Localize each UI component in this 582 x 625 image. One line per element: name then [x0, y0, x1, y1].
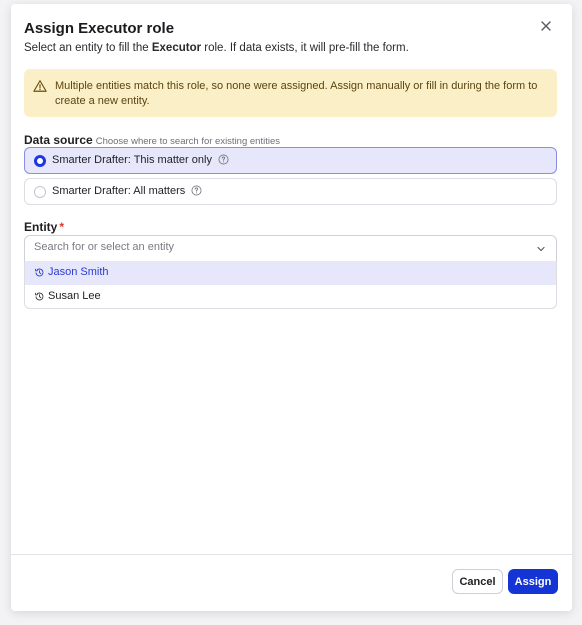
- assign-button[interactable]: Assign: [508, 569, 558, 594]
- history-icon: [35, 268, 44, 277]
- radio-selected[interactable]: [34, 155, 46, 167]
- footer-divider: [11, 554, 572, 555]
- entity-combobox[interactable]: [24, 235, 557, 262]
- entity-option-label: Jason Smith: [48, 266, 109, 278]
- question-circle-icon[interactable]: [218, 154, 229, 165]
- chevron-down-icon[interactable]: [536, 244, 546, 254]
- entity-option-susan-lee[interactable]: Susan Lee: [25, 285, 556, 308]
- data-source-option-all-matters[interactable]: Smarter Drafter: All matters: [24, 178, 557, 205]
- entity-title: Entity: [24, 220, 58, 234]
- option-label: Smarter Drafter: This matter only: [52, 154, 212, 166]
- entity-option-jason-smith[interactable]: Jason Smith: [25, 261, 556, 285]
- option-label-row: Smarter Drafter: All matters: [52, 185, 202, 197]
- subtitle-suffix: role. If data exists, it will pre-fill t…: [201, 42, 409, 54]
- option-label-row: Smarter Drafter: This matter only: [52, 154, 229, 166]
- cancel-button[interactable]: Cancel: [452, 569, 503, 594]
- entity-label: Entity *: [24, 220, 64, 234]
- history-icon: [35, 292, 44, 301]
- dialog-title: Assign Executor role: [24, 20, 175, 37]
- data-source-title: Data source: [24, 133, 93, 147]
- dialog-subtitle: Select an entity to fill the Executor ro…: [24, 42, 409, 54]
- close-icon[interactable]: [538, 18, 554, 34]
- warning-triangle-icon: [33, 80, 47, 92]
- question-circle-icon[interactable]: [191, 185, 202, 196]
- entity-dropdown-list: Jason Smith Susan Lee: [24, 261, 557, 309]
- data-source-option-this-matter[interactable]: Smarter Drafter: This matter only: [24, 147, 557, 174]
- radio-unselected[interactable]: [34, 186, 46, 198]
- entity-search-input[interactable]: [34, 241, 514, 253]
- warning-text: Multiple entities match this role, so no…: [55, 80, 538, 107]
- warning-banner: Multiple entities match this role, so no…: [24, 69, 557, 117]
- assign-role-dialog: Assign Executor role Select an entity to…: [11, 4, 572, 611]
- data-source-label: Data source Choose where to search for ex…: [24, 133, 280, 147]
- entity-option-label: Susan Lee: [48, 290, 101, 302]
- subtitle-prefix: Select an entity to fill the: [24, 42, 152, 54]
- data-source-hint: Choose where to search for existing enti…: [95, 136, 280, 147]
- required-mark: *: [59, 220, 65, 234]
- subtitle-role: Executor: [151, 42, 202, 54]
- option-label: Smarter Drafter: All matters: [52, 185, 186, 197]
